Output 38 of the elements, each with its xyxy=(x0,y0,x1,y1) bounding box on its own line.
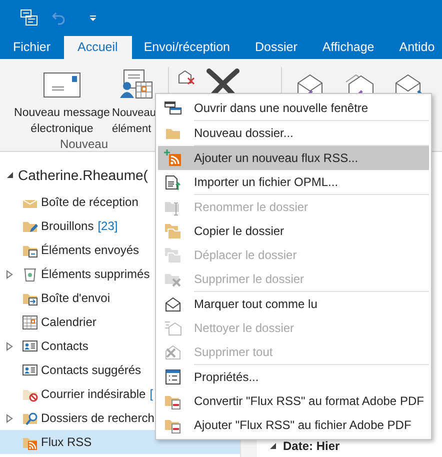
menu-item[interactable]: Copier le dossier xyxy=(158,219,429,243)
app-icon[interactable] xyxy=(20,9,38,27)
search-folder-icon xyxy=(22,410,38,426)
rss-add-icon xyxy=(164,149,182,167)
copy-folder-icon xyxy=(164,222,182,240)
menu-item[interactable]: Ajouter un nouveau flux RSS... xyxy=(158,146,429,170)
menu-item[interactable]: Propriétés... xyxy=(158,365,429,389)
expand-triangle-icon[interactable] xyxy=(6,342,12,350)
account-name: Catherine.Rheaume( xyxy=(18,167,148,183)
menu-item[interactable]: Marquer tout comme lu xyxy=(158,292,429,316)
properties-icon xyxy=(164,368,182,386)
menu-item[interactable]: Ouvrir dans une nouvelle fenêtre xyxy=(158,96,429,120)
menu-item[interactable]: Convertir "Flux RSS" au format Adobe PDF xyxy=(158,389,429,413)
ribbon-tab[interactable]: Dossier xyxy=(242,36,310,59)
expanded-triangle-icon[interactable] xyxy=(269,442,277,450)
contact-card-icon xyxy=(22,338,38,354)
delete-envelope-icon xyxy=(164,343,182,361)
customize-dropdown-icon[interactable] xyxy=(88,13,98,23)
new-window-icon xyxy=(164,100,182,116)
open-envelope-icon xyxy=(164,295,182,313)
group-header: Date: Hier xyxy=(283,439,340,453)
expand-triangle-icon[interactable] xyxy=(6,414,12,422)
cleanup-envelope-icon xyxy=(164,319,182,337)
expand-triangle-icon[interactable] xyxy=(6,270,12,278)
menu-item[interactable]: Importer un fichier OPML... xyxy=(158,170,429,194)
group-label: Nouveau xyxy=(60,137,108,151)
calendar-icon xyxy=(22,314,38,330)
ribbon-tab[interactable]: Fichier xyxy=(1,36,64,59)
ribbon-tab[interactable]: Antido xyxy=(387,36,442,59)
menu-item[interactable]: Nouveau dossier... xyxy=(158,121,429,145)
ribbon-tab[interactable]: Affichage xyxy=(310,36,388,59)
ribbon-tab[interactable]: Envoi/réception xyxy=(132,36,243,59)
ribbon-button[interactable]: Nouveau message électronique xyxy=(10,59,114,137)
import-document-icon xyxy=(164,173,182,191)
expanded-triangle-icon[interactable] xyxy=(6,171,14,179)
contact-card-icon xyxy=(22,362,38,378)
move-folder-icon xyxy=(164,246,182,264)
ribbon-tab[interactable]: Accueil xyxy=(64,36,132,59)
